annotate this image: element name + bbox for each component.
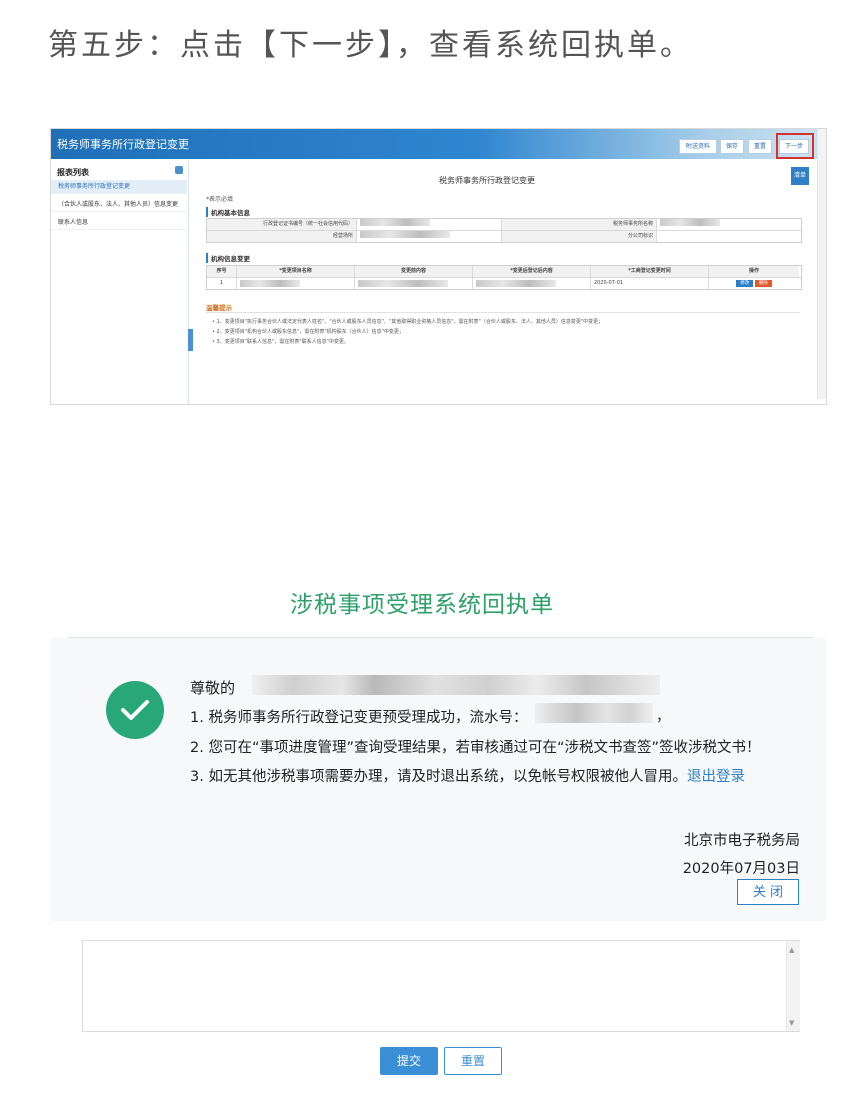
change-info-table: 序号 *变更项目名称 变更前内容 *变更后登记后内容 *工商登记变更时间 操作 … bbox=[206, 265, 802, 290]
window-title: 税务师事务所行政登记变更 bbox=[57, 138, 189, 151]
comment-textarea[interactable] bbox=[82, 940, 800, 1032]
row-date: 2020-07-01 bbox=[591, 278, 709, 289]
tip-3: • 3、变更项目"联系人信息"，需在附表"联系人信息"中变更。 bbox=[212, 339, 349, 345]
reset-button[interactable]: 重置 bbox=[748, 139, 772, 154]
step-title: 第五步：点击【下一步】，查看系统回执单。 bbox=[48, 28, 693, 63]
redacted-value bbox=[358, 280, 448, 287]
submit-button[interactable]: 提交 bbox=[380, 1047, 438, 1075]
redacted-value bbox=[360, 219, 430, 226]
attach-button[interactable]: 附送资料 bbox=[679, 139, 717, 154]
receipt-line-3: 3. 如无其他涉税事项需要办理，请及时退出系统，以免帐号权限被他人冒用。退出登录 bbox=[190, 765, 745, 786]
redacted-serial bbox=[535, 703, 653, 723]
row-index: 1 bbox=[207, 278, 237, 289]
list-button[interactable]: 清单 bbox=[791, 167, 809, 185]
label-firm-name: 税务师事务所名称 bbox=[502, 219, 657, 230]
sidebar-heading: 报表列表 bbox=[57, 168, 89, 177]
redacted-value bbox=[660, 219, 720, 226]
section-basic-info: 机构基本信息 bbox=[206, 207, 250, 217]
redacted-name bbox=[252, 675, 660, 695]
section-change-info: 机构信息变更 bbox=[206, 253, 250, 263]
label-address: 经营场所 bbox=[207, 231, 357, 242]
divider bbox=[206, 312, 800, 313]
scroll-up-icon[interactable]: ▲ bbox=[789, 946, 794, 954]
delete-row-button[interactable]: 删除 bbox=[754, 280, 772, 287]
success-check-icon bbox=[106, 681, 164, 739]
save-button[interactable]: 保存 bbox=[720, 139, 744, 154]
close-button[interactable]: 关闭 bbox=[737, 879, 799, 905]
col-actions: 操作 bbox=[709, 266, 799, 277]
next-step-highlight bbox=[776, 133, 814, 159]
reset-button[interactable]: 重置 bbox=[444, 1047, 502, 1075]
sidebar: 报表列表 税务师事务所行政登记变更 （合伙人或股东、法人、其他人员）信息变更 联… bbox=[51, 160, 189, 404]
sidebar-item-partner-change[interactable]: （合伙人或股东、法人、其他人员）信息变更 bbox=[51, 198, 187, 212]
basic-info-table: 行政登记证书编号（统一社会信用代码） 税务师事务所名称 经营场所 分公司标识 bbox=[206, 218, 802, 243]
scroll-down-icon[interactable]: ▼ bbox=[789, 1019, 794, 1027]
table-row: 1 2020-07-01 修改 删除 bbox=[207, 278, 801, 289]
tips-heading: 温馨提示 bbox=[206, 304, 232, 312]
sidebar-collapse-handle[interactable] bbox=[188, 329, 193, 351]
main-panel: 税务师事务所行政登记变更 清单 *表示必填 机构基本信息 行政登记证书编号（统一… bbox=[194, 160, 816, 404]
issuing-org: 北京市电子税务局 bbox=[684, 833, 800, 849]
receipt-date: 2020年07月03日 bbox=[682, 861, 800, 877]
tip-1: • 1、变更项目"执行事务合伙人或法定代表人姓名"、"合伙人或股东人员信息"、"… bbox=[212, 319, 604, 325]
receipt-title: 涉税事项受理系统回执单 bbox=[290, 592, 554, 618]
tip-2: • 2、变更项目"机构合伙人或股东信息"，需在附表"机构股东（合伙人）信息"中变… bbox=[212, 329, 404, 335]
col-before: 变更前内容 bbox=[355, 266, 473, 277]
receipt-line-1-suffix: ， bbox=[656, 709, 670, 725]
textarea-scrollbar[interactable] bbox=[786, 941, 800, 1031]
col-item-name: *变更项目名称 bbox=[237, 266, 355, 277]
label-branch-flag: 分公司标识 bbox=[502, 231, 657, 242]
redacted-value bbox=[476, 280, 556, 287]
edit-row-button[interactable]: 修改 bbox=[736, 280, 754, 287]
redacted-value bbox=[360, 231, 450, 238]
receipt-line-1: 1. 税务师事务所行政登记变更预受理成功，流水号： bbox=[190, 710, 528, 726]
label-cert-no: 行政登记证书编号（统一社会信用代码） bbox=[207, 219, 357, 230]
layers-icon[interactable] bbox=[175, 166, 183, 174]
app-screenshot: 税务师事务所行政登记变更 附送资料 保存 重置 下一步 报表列表 税务师事务所行… bbox=[50, 128, 827, 405]
required-note: *表示必填 bbox=[206, 196, 234, 203]
receipt-line-2: 2. 您可在“事项进度管理”查询受理结果，若审核通过可在“涉税文书查签”签收涉税… bbox=[190, 740, 761, 756]
col-change-date: *工商登记变更时间 bbox=[591, 266, 709, 277]
redacted-value bbox=[240, 280, 300, 287]
app-header: 税务师事务所行政登记变更 附送资料 保存 重置 下一步 bbox=[51, 129, 826, 159]
sidebar-item-contact[interactable]: 联系人信息 bbox=[51, 216, 187, 230]
col-after: *变更后登记后内容 bbox=[473, 266, 591, 277]
logout-link[interactable]: 退出登录 bbox=[687, 769, 745, 785]
form-title: 税务师事务所行政登记变更 bbox=[439, 176, 535, 185]
receipt-line-3-text: 3. 如无其他涉税事项需要办理，请及时退出系统，以免帐号权限被他人冒用。 bbox=[190, 769, 687, 785]
greeting: 尊敬的 bbox=[190, 679, 236, 697]
scrollbar[interactable] bbox=[817, 129, 826, 399]
sidebar-item-admin-change[interactable]: 税务师事务所行政登记变更 bbox=[51, 180, 187, 194]
col-index: 序号 bbox=[207, 266, 237, 277]
